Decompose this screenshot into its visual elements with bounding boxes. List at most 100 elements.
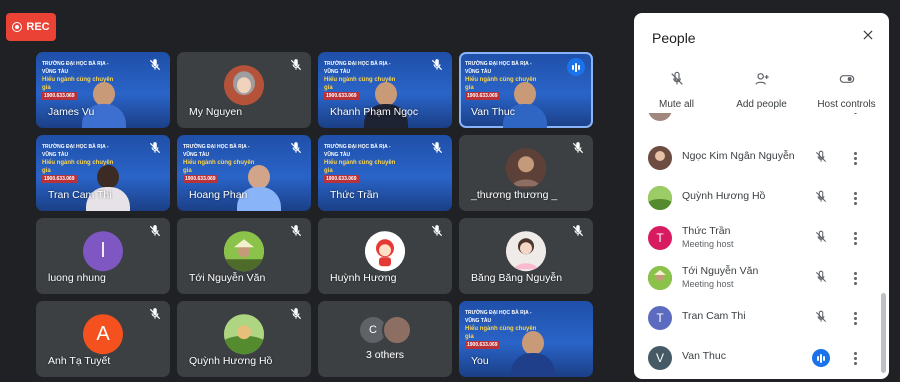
participant-name: Tới Nguyễn Văn <box>189 272 266 284</box>
participant-tile[interactable]: A Anh Tạ Tuyết <box>36 301 170 377</box>
mic-off-icon <box>289 58 303 72</box>
avatar: V <box>648 346 672 370</box>
participant-tile[interactable]: TRƯỜNG ĐẠI HỌC BÀ RỊA - VŨNG TÀU Hiểu ngà… <box>318 52 452 128</box>
mic-off-icon <box>148 58 162 72</box>
video-person <box>364 82 408 128</box>
others-avatars: C <box>358 315 412 345</box>
more-options-icon[interactable] <box>850 270 860 286</box>
list-item[interactable]: T Tran Cam Thi <box>634 298 877 338</box>
person-name: Ngọc Kim Ngân Nguyễn <box>682 150 795 162</box>
participant-name: Hoang Phan <box>189 189 248 201</box>
participant-name: Tran Cam Thi <box>48 189 112 201</box>
mute-all-button[interactable]: Mute all <box>634 71 719 110</box>
participant-tile[interactable]: Quỳnh Hương Hồ <box>177 301 311 377</box>
participant-tile[interactable]: TRƯỜNG ĐẠI HỌC BÀ RỊA - VŨNG TÀU Hiểu ngà… <box>318 135 452 211</box>
person-name: Van Thuc <box>682 350 726 362</box>
avatar: T <box>648 306 672 330</box>
list-item[interactable]: T Thức Trần Meeting host <box>634 218 877 258</box>
participant-tile[interactable]: Tới Nguyễn Văn <box>177 218 311 294</box>
more-options-icon[interactable] <box>850 190 860 206</box>
person-name: Thức Trần <box>682 225 731 237</box>
participant-tile[interactable]: Băng Băng Nguyễn <box>459 218 593 294</box>
video-person <box>82 82 126 128</box>
list-item-partial[interactable] <box>634 113 877 123</box>
video-banner: TRƯỜNG ĐẠI HỌC BÀ RỊA - VŨNG TÀU Hiểu ngà… <box>324 144 396 183</box>
participant-name: luong nhung <box>48 272 106 284</box>
participant-name: Van Thuc <box>471 106 515 118</box>
others-tile[interactable]: C 3 others <box>318 301 452 377</box>
participant-tile-active[interactable]: TRƯỜNG ĐẠI HỌC BÀ RỊA - VŨNG TÀU Hiểu ngà… <box>459 52 593 128</box>
panel-actions: Mute all Add people Host controls <box>634 71 889 110</box>
add-person-icon <box>754 71 770 90</box>
mic-off-icon <box>814 230 828 244</box>
participant-name: _thương thương _ <box>471 189 558 201</box>
mic-off-icon <box>669 71 685 90</box>
more-options-icon[interactable] <box>850 230 860 246</box>
participant-avatar <box>506 148 546 189</box>
participant-tile[interactable]: l luong nhung <box>36 218 170 294</box>
more-options-icon[interactable] <box>850 113 860 115</box>
participant-avatar <box>224 231 264 272</box>
avatar: T <box>648 226 672 250</box>
add-people-button[interactable]: Add people <box>719 71 804 110</box>
more-options-icon[interactable] <box>850 350 860 366</box>
toggle-icon <box>839 71 855 90</box>
participant-name: Anh Tạ Tuyết <box>48 355 111 367</box>
participant-tile[interactable]: TRƯỜNG ĐẠI HỌC BÀ RỊA - VŨNG TÀU Hiểu ngà… <box>36 52 170 128</box>
person-name: Quỳnh Hương Hồ <box>682 190 766 202</box>
person-role: Meeting host <box>682 239 734 249</box>
host-controls-label: Host controls <box>817 99 876 110</box>
mic-off-icon <box>148 224 162 238</box>
person-role: Meeting host <box>682 279 734 289</box>
host-controls-button[interactable]: Host controls <box>804 71 889 110</box>
list-item[interactable]: Quỳnh Hương Hồ <box>634 178 877 218</box>
participant-name: You <box>471 355 489 367</box>
participant-name: Băng Băng Nguyễn <box>471 272 563 284</box>
others-count: 3 others <box>366 349 404 361</box>
mic-off-icon <box>571 141 585 155</box>
list-item[interactable]: Ngọc Kim Ngân Nguyễn <box>634 138 877 178</box>
participant-tile[interactable]: TRƯỜNG ĐẠI HỌC BÀ RỊA - VŨNG TÀU Hiểu ngà… <box>177 135 311 211</box>
participant-avatar: l <box>83 231 123 272</box>
scrollbar[interactable] <box>881 293 886 373</box>
record-indicator[interactable]: REC <box>6 13 56 41</box>
panel-title: People <box>652 30 696 46</box>
participant-tile[interactable]: My Nguyen <box>177 52 311 128</box>
list-item[interactable]: Tới Nguyễn Văn Meeting host <box>634 258 877 298</box>
more-options-icon[interactable] <box>850 310 860 326</box>
participant-name: James Vu <box>48 106 95 118</box>
participant-grid: TRƯỜNG ĐẠI HỌC BÀ RỊA - VŨNG TÀU Hiểu ngà… <box>36 52 593 377</box>
mic-off-icon <box>430 224 444 238</box>
mic-off-icon <box>814 270 828 284</box>
record-icon <box>12 22 23 32</box>
mic-off-icon <box>148 307 162 321</box>
participant-tile[interactable]: TRƯỜNG ĐẠI HỌC BÀ RỊA - VŨNG TÀU Hiểu ngà… <box>36 135 170 211</box>
participant-tile[interactable]: Huỳnh Hương <box>318 218 452 294</box>
video-person <box>503 82 547 128</box>
participant-avatar <box>224 65 264 106</box>
close-icon[interactable] <box>861 28 875 42</box>
participant-avatar <box>224 314 264 355</box>
mute-all-label: Mute all <box>658 99 694 110</box>
video-person <box>237 165 281 211</box>
speaking-icon <box>567 58 585 76</box>
mic-off-icon <box>814 310 828 324</box>
participant-name: Khanh Phạm Ngọc <box>330 106 419 118</box>
video-person <box>511 331 555 377</box>
participant-name: Quỳnh Hương Hồ <box>189 355 273 367</box>
participant-tile[interactable]: _thương thương _ <box>459 135 593 211</box>
add-people-label: Add people <box>736 99 787 110</box>
participant-avatar <box>365 231 405 272</box>
mic-off-icon <box>289 141 303 155</box>
video-person <box>86 165 130 211</box>
self-tile[interactable]: TRƯỜNG ĐẠI HỌC BÀ RỊA - VŨNG TÀU Hiểu ngà… <box>459 301 593 377</box>
participant-name: My Nguyen <box>189 106 243 118</box>
participant-name: Huỳnh Hương <box>330 272 397 284</box>
list-item[interactable]: V Van Thuc <box>634 338 877 378</box>
person-name: Tới Nguyễn Văn <box>682 265 759 277</box>
avatar <box>648 113 672 121</box>
more-options-icon[interactable] <box>850 150 860 166</box>
mic-off-icon <box>289 224 303 238</box>
avatar <box>648 146 672 170</box>
participant-avatar <box>506 231 546 272</box>
